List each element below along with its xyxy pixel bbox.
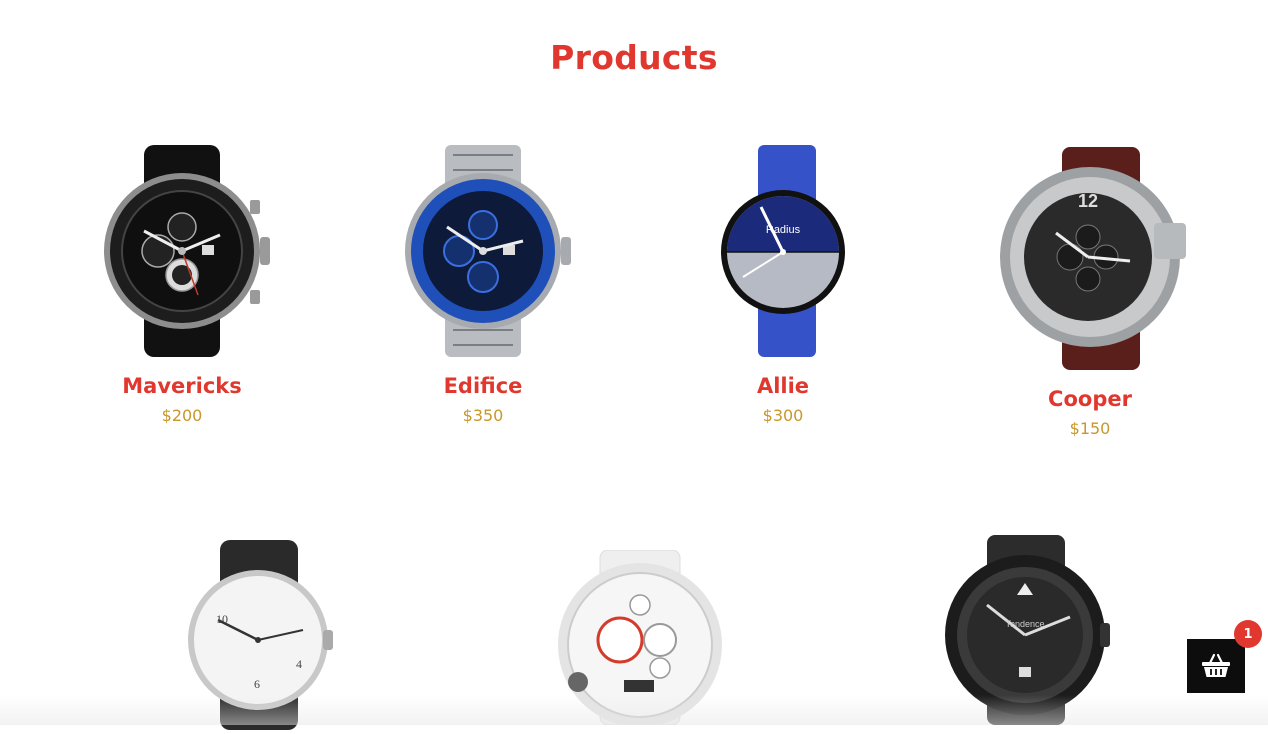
product-image[interactable]: [82, 145, 282, 360]
product-name[interactable]: Edifice: [383, 374, 583, 398]
product-name[interactable]: Mavericks: [82, 374, 282, 398]
basket-icon: [1202, 653, 1230, 677]
product-price: $200: [161, 406, 203, 425]
cart-count-badge: 1: [1234, 620, 1262, 648]
product-price: $350: [462, 406, 504, 425]
product-image[interactable]: [383, 145, 583, 360]
product-card-allie[interactable]: Radius Allie $300: [683, 145, 883, 425]
product-image[interactable]: Radius: [683, 145, 883, 360]
svg-text:4: 4: [296, 657, 302, 671]
cart-button[interactable]: [1187, 639, 1245, 693]
product-name[interactable]: Cooper: [990, 387, 1190, 411]
product-price: $150: [1069, 419, 1111, 438]
svg-text:6: 6: [254, 677, 260, 691]
product-name[interactable]: Allie: [683, 374, 883, 398]
bottom-fade: [0, 695, 1268, 725]
product-price: $300: [762, 406, 804, 425]
product-card-mavericks[interactable]: Mavericks $200: [82, 145, 282, 425]
svg-text:10: 10: [216, 612, 228, 626]
page-title: Products: [550, 38, 718, 77]
watch-brand-text: Radius: [766, 224, 801, 236]
watch-brand-text: Tendence: [1005, 619, 1044, 629]
product-image[interactable]: 12: [990, 145, 1190, 375]
product-card-edifice[interactable]: Edifice $350: [383, 145, 583, 425]
watch-dial-number: 12: [1078, 191, 1098, 211]
product-card-cooper[interactable]: 12 Cooper $150: [990, 145, 1190, 438]
